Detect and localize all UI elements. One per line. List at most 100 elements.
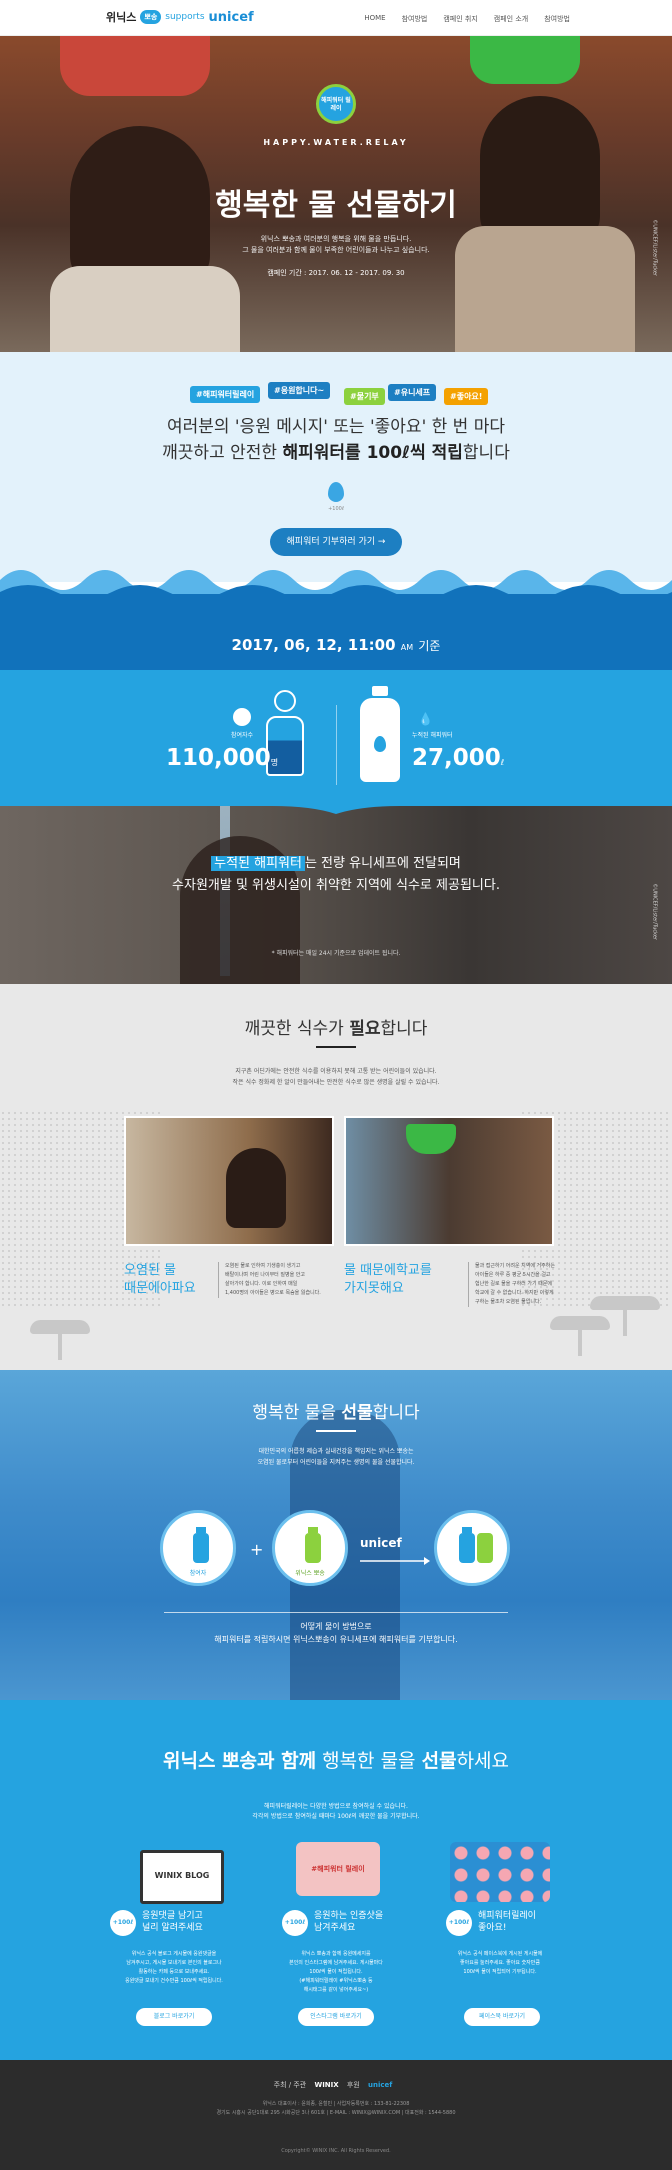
share-head-blog: 응원댓글 남기고 널리 알려주세요 bbox=[142, 1910, 203, 1934]
water-bottle-icon bbox=[360, 686, 400, 782]
brand-bubble: 뽀송 bbox=[140, 10, 162, 24]
hero-photo-bowl-right bbox=[470, 36, 580, 84]
share-desc-line: 각각의 방법으로 참여하실 때마다 100ℓ의 깨끗한 물을 기부합니다. bbox=[252, 1813, 420, 1820]
share-text-line: 응원댓글 보내기 건수만큼 100ℓ씩 적립됩니다. bbox=[125, 1978, 223, 1984]
title-underline bbox=[316, 1430, 356, 1432]
gift-divider bbox=[164, 1612, 508, 1613]
water-total: 27,000ℓ bbox=[412, 745, 504, 771]
clean-title-text: 깨끗한 식수가 bbox=[244, 1019, 350, 1039]
nav-item-purpose[interactable]: 캠페인 취지 bbox=[443, 14, 477, 24]
water-drop-icon bbox=[328, 482, 344, 502]
clean-title-bold: 필요 bbox=[349, 1019, 381, 1039]
pledge-headline-2: 깨끗하고 안전한 해피워터를 100ℓ씩 적립합니다 bbox=[0, 438, 672, 463]
brand-unicef: unicef bbox=[208, 9, 254, 25]
water-unit: ℓ bbox=[500, 758, 505, 767]
facebook-illustration bbox=[450, 1842, 550, 1902]
hashtag: #물기부 bbox=[344, 388, 385, 405]
water-label: 누적된 해피워터 bbox=[412, 732, 453, 739]
card-text-line: 배탈이나며 어린 나이부터 질병을 안고 bbox=[225, 1272, 305, 1278]
hero-desc-line: 그 물을 여러분과 함께 물이 부족한 어린이들과 나누고 싶습니다. bbox=[242, 246, 430, 254]
share-description: 해피워터릴레이는 다양한 방법으로 참여하실 수 있습니다. 각각의 방법으로 … bbox=[0, 1802, 672, 1822]
card-headline-sick: 오염된 물 때문에아파요 bbox=[124, 1262, 196, 1298]
stats-date-suffix: 기준 bbox=[418, 639, 441, 653]
instagram-link-button[interactable]: 인스타그램 바로가기 bbox=[298, 2008, 374, 2026]
facebook-link-button[interactable]: 페이스북 바로가기 bbox=[464, 2008, 540, 2026]
share-head-line: 해피워터릴레이 bbox=[478, 1911, 536, 1921]
photo-credit: ©UNICEF/Lister/Tucker bbox=[652, 219, 658, 276]
nav-item-intro[interactable]: 캠페인 소개 bbox=[494, 14, 528, 24]
participants-unit: 명 bbox=[270, 758, 279, 767]
unicef-logo: unicef bbox=[360, 1536, 402, 1550]
gift-description: 대한민국의 어릅청 제습과 실내건강을 책임지는 위닉스 뽀송는 오염된 물로부… bbox=[0, 1446, 672, 1468]
share-head-line: 남겨주세요 bbox=[314, 1923, 356, 1933]
water-value: 27,000 bbox=[412, 745, 501, 771]
brand-logo[interactable]: 위닉스 뽀송 supports unicef bbox=[106, 9, 254, 25]
clean-desc-line: 작은 식수 정화제 한 알이 만들어내는 안전한 식수로 많은 생명을 살릴 수… bbox=[232, 1079, 440, 1086]
share-text-line: 좋아요를 눌러주세요. 좋아요 숫자만큼 bbox=[460, 1960, 540, 1966]
hashtag: #유니세프 bbox=[388, 384, 437, 401]
hashtag: #좋아요! bbox=[444, 388, 489, 405]
stats-date: 2017, 06, 12, 11:00 AM 기준 bbox=[0, 636, 672, 654]
gift-desc-line: 오염된 물로부터 어린이들을 지켜주는 생명의 물을 선물합니다. bbox=[257, 1459, 415, 1466]
footer-company-info: 위닉스 대표이사 : 윤희종, 윤철민 | 사업자등록번호 : 133-81-2… bbox=[0, 2100, 672, 2118]
photo-card-school bbox=[344, 1116, 554, 1246]
winix-bottle-icon: 위닉스 뽀송 bbox=[272, 1510, 348, 1586]
share-text-facebook: 위닉스 공식 페이스북에 게시된 게시물에 좋아요를 눌러주세요. 좋아요 숫자… bbox=[430, 1950, 570, 1977]
footer-partner-label: 후원 bbox=[346, 2081, 360, 2089]
water-wave-icon: 💧 bbox=[418, 712, 433, 726]
clean-title-text: 합니다 bbox=[380, 1019, 428, 1039]
card-text-line: 살아가야 합니다. 이로 인하여 매일 bbox=[225, 1281, 298, 1287]
participants-count: 110,000명 bbox=[166, 745, 278, 771]
share-text-line: 위닉스 공식 블로그 게시물에 응원댓글을 bbox=[131, 1951, 217, 1957]
donate-button[interactable]: 해피워터 기부하러 가기 → bbox=[270, 528, 402, 556]
share-text-line: (#해피워터릴레이 #위닉스뽀송 등 bbox=[299, 1978, 373, 1984]
card-headline-line: 가지못해요 bbox=[344, 1281, 404, 1296]
gift-footnote: 어떻게 물이 방법으로 해피워터를 적립하시면 위닉스뽀송이 유니세프에 해피워… bbox=[0, 1620, 672, 1646]
winix-logo: WINIX bbox=[314, 2081, 339, 2089]
brand-winix: 위닉스 bbox=[106, 11, 137, 24]
gift-title-text: 합니다 bbox=[372, 1403, 420, 1423]
card-text-line: 물과 접근하기 어려운 지역에 거주하는 bbox=[475, 1263, 555, 1269]
hero-desc-line: 위닉스 뽀송과 여러분의 행복을 위해 물을 만듭니다. bbox=[260, 235, 412, 243]
footer-logos: 주최 / 주관 WINIX 후원 unicef bbox=[0, 2080, 672, 2090]
bonus-badge: +100ℓ bbox=[446, 1910, 472, 1936]
card-headline-line: 오염된 물 bbox=[124, 1263, 176, 1278]
pledge-text: 합니다 bbox=[462, 443, 510, 463]
winix-label: 위닉스 뽀송 bbox=[295, 1570, 325, 1577]
photo-message-1: 누적된 해피워터 는 전량 유니세프에 전달되며 bbox=[0, 852, 672, 871]
share-text-line: 위닉스 뽀송과 함께 응원메세지를 bbox=[301, 1951, 371, 1957]
card-text-line: 험난한 길로 물을 구하러 가기 때문에 bbox=[475, 1281, 552, 1287]
share-desc-line: 해피워터릴레이는 다양한 방법으로 참여하실 수 있습니다. bbox=[264, 1803, 408, 1810]
nav-item-participate[interactable]: 참여방법 bbox=[402, 14, 428, 24]
footer-host-label: 주최 / 주관 bbox=[273, 2081, 307, 2089]
card-headline-line: 때문에아파요 bbox=[124, 1281, 196, 1296]
hero-photo-shirt-left bbox=[50, 266, 240, 352]
brand-supports: supports bbox=[165, 12, 205, 22]
clean-description: 지구촌 어딘가에는 안전한 식수를 이용하지 못해 고통 받는 어린이들이 있습… bbox=[0, 1066, 672, 1088]
stats-divider bbox=[336, 705, 337, 785]
unicef-logo: unicef bbox=[368, 2081, 393, 2089]
nav-item-home[interactable]: HOME bbox=[364, 14, 385, 24]
water-photo-band bbox=[0, 806, 672, 984]
gift-foot-line: 해피워터를 적립하시면 위닉스뽀송이 유니세프에 해피워터를 기부합니다. bbox=[214, 1635, 458, 1644]
card-text-line: 1,400명의 아이들은 병으로 목숨을 잃습니다. bbox=[225, 1290, 321, 1296]
participant-bottle-icon: 참여자 bbox=[160, 1510, 236, 1586]
clean-desc-line: 지구촌 어딘가에는 안전한 식수를 이용하지 못해 고통 받는 어린이들이 있습… bbox=[235, 1068, 437, 1075]
share-head-facebook: 해피워터릴레이 좋아요! bbox=[478, 1910, 536, 1934]
share-text-line: 활동하는 카페 등으로 보내주세요. bbox=[138, 1969, 210, 1975]
blog-link-button[interactable]: 블로그 바로가기 bbox=[136, 2008, 212, 2026]
share-title-bold: 선물 bbox=[421, 1750, 457, 1772]
card-text-line: 구하는 물조차 오염된 물입니다. bbox=[475, 1299, 542, 1305]
gift-foot-line: 어떻게 물이 방법으로 bbox=[300, 1622, 372, 1631]
card-text-sick: 오염된 물로 인하여 기생충이 생기고 배탈이나며 어린 나이부터 질병을 안고… bbox=[218, 1262, 342, 1298]
title-underline bbox=[316, 1046, 356, 1048]
nav-item-method[interactable]: 참여방법 bbox=[544, 14, 570, 24]
card-headline-line: 물 때문에학교를 bbox=[344, 1263, 432, 1278]
share-text-line: 100ℓ씩 물이 적립됩니다. bbox=[309, 1969, 363, 1975]
share-head-line: 응원댓글 남기고 bbox=[142, 1911, 203, 1921]
hero-photo-bowl-left bbox=[60, 36, 210, 96]
happy-water-badge: 해피워터 릴레이 bbox=[316, 84, 356, 124]
card-headline-school: 물 때문에학교를 가지못해요 bbox=[344, 1262, 432, 1298]
photo-text: 는 전량 유니세프에 전달되며 bbox=[304, 856, 461, 871]
blog-illust-label: WINIX BLOG bbox=[154, 1871, 210, 1880]
